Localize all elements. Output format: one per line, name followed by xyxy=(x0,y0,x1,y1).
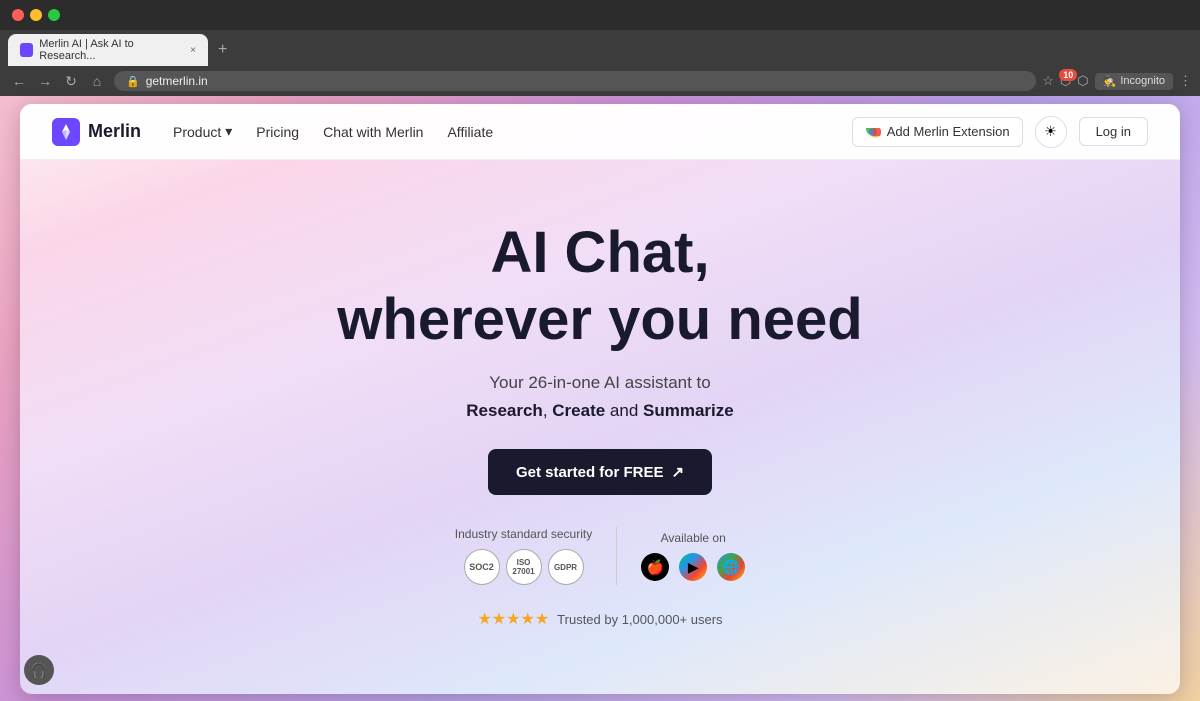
hero-title: AI Chat, wherever you need xyxy=(40,220,1160,353)
cta-button[interactable]: Get started for FREE ↗ xyxy=(488,449,712,495)
cta-label: Get started for FREE xyxy=(516,464,664,481)
nav-chat-label: Chat with Merlin xyxy=(323,124,423,140)
address-bar[interactable]: 🔒 getmerlin.in xyxy=(114,71,1036,91)
iso-badge: ISO27001 xyxy=(506,549,542,585)
hero-title-line2: wherever you need xyxy=(337,287,862,352)
logo-text: Merlin xyxy=(88,121,141,142)
home-button[interactable]: ⌂ xyxy=(86,70,108,92)
trust-security: Industry standard security SOC2 ISO27001… xyxy=(455,527,617,585)
browser-navigation: ← → ↻ ⌂ xyxy=(8,70,108,92)
bookmark-icon[interactable]: ☆ xyxy=(1042,73,1054,89)
star-row: ★★★★★ Trusted by 1,000,000+ users xyxy=(40,609,1160,629)
navbar-left: Merlin Product ▾ Pricing Chat with Merli… xyxy=(52,118,493,146)
new-tab-button[interactable]: + xyxy=(212,39,233,61)
login-label: Log in xyxy=(1096,124,1131,139)
more-options-icon[interactable]: ⋮ xyxy=(1179,73,1192,89)
keyword-create: Create xyxy=(552,401,605,420)
add-extension-label: Add Merlin Extension xyxy=(887,124,1010,139)
hero-subtitle: Your 26-in-one AI assistant to xyxy=(40,373,1160,393)
page-wrapper: Merlin Product ▾ Pricing Chat with Merli… xyxy=(20,104,1180,694)
soc2-badge: SOC2 xyxy=(464,549,500,585)
available-label: Available on xyxy=(661,531,726,545)
platform-icons: 🍎 ▶ 🌐 xyxy=(641,553,745,581)
keyword-summarize: Summarize xyxy=(643,401,734,420)
security-label: Industry standard security xyxy=(455,527,592,541)
trust-row: Industry standard security SOC2 ISO27001… xyxy=(40,527,1160,585)
hero-subtitle-bold: Research, Create and Summarize xyxy=(40,401,1160,421)
browser-action-buttons: ☆ ⬡ 10 ⬡ 🕵 Incognito ⋮ xyxy=(1042,73,1192,90)
nav-links: Product ▾ Pricing Chat with Merlin Affil… xyxy=(173,123,493,140)
merlin-logo-icon xyxy=(52,118,80,146)
navbar: Merlin Product ▾ Pricing Chat with Merli… xyxy=(20,104,1180,160)
os-chrome-bar xyxy=(0,0,1200,30)
nav-affiliate[interactable]: Affiliate xyxy=(447,124,493,140)
nav-chat[interactable]: Chat with Merlin xyxy=(323,124,423,140)
tab-close-button[interactable]: × xyxy=(190,45,196,56)
google-chrome-icon xyxy=(865,124,881,140)
hero-section: AI Chat, wherever you need Your 26-in-on… xyxy=(20,160,1180,679)
browser-tab[interactable]: Merlin AI | Ask AI to Research... × xyxy=(8,34,208,66)
nav-product[interactable]: Product ▾ xyxy=(173,123,232,140)
nav-pricing-label: Pricing xyxy=(256,124,299,140)
chrome-icon: 🌐 xyxy=(717,553,745,581)
extensions-area: ⬡ 10 xyxy=(1060,73,1071,89)
nav-product-label: Product xyxy=(173,124,221,140)
incognito-button[interactable]: 🕵 Incognito xyxy=(1095,73,1173,90)
traffic-lights xyxy=(12,9,60,21)
tab-title: Merlin AI | Ask AI to Research... xyxy=(39,38,184,62)
hero-title-line1: AI Chat, xyxy=(490,220,709,285)
incognito-label: Incognito xyxy=(1120,75,1165,87)
brand-logos: WALL·ST ebay Walmart ✱ zoom NETFLIX SONY… xyxy=(20,679,1180,694)
login-button[interactable]: Log in xyxy=(1079,117,1148,146)
close-traffic-light[interactable] xyxy=(12,9,24,21)
sun-icon: ☀ xyxy=(1044,123,1057,140)
stars: ★★★★★ xyxy=(477,609,549,629)
navbar-right: Add Merlin Extension ☀ Log in xyxy=(852,116,1148,148)
cta-arrow-icon: ↗ xyxy=(671,463,684,481)
theme-toggle-button[interactable]: ☀ xyxy=(1035,116,1067,148)
keyword-research: Research xyxy=(466,401,543,420)
forward-button[interactable]: → xyxy=(34,70,56,92)
nav-pricing[interactable]: Pricing xyxy=(256,124,299,140)
trusted-text: Trusted by 1,000,000+ users xyxy=(557,612,722,627)
extensions-puzzle-icon[interactable]: ⬡ xyxy=(1077,73,1088,89)
notification-badge: 10 xyxy=(1059,69,1077,81)
gdpr-badge: GDPR xyxy=(548,549,584,585)
security-badges: SOC2 ISO27001 GDPR xyxy=(464,549,584,585)
google-play-icon: ▶ xyxy=(679,553,707,581)
tab-favicon xyxy=(20,43,33,57)
minimize-traffic-light[interactable] xyxy=(30,9,42,21)
browser-address-bar-row: ← → ↻ ⌂ 🔒 getmerlin.in ☆ ⬡ 10 ⬡ 🕵 Incogn… xyxy=(0,66,1200,96)
back-button[interactable]: ← xyxy=(8,70,30,92)
lock-icon: 🔒 xyxy=(126,75,140,88)
nav-product-dropdown-icon: ▾ xyxy=(225,123,232,140)
incognito-icon: 🕵 xyxy=(1103,75,1117,88)
reload-button[interactable]: ↻ xyxy=(60,70,82,92)
apple-icon: 🍎 xyxy=(641,553,669,581)
logo-link[interactable]: Merlin xyxy=(52,118,141,146)
add-extension-button[interactable]: Add Merlin Extension xyxy=(852,117,1023,147)
trust-available: Available on 🍎 ▶ 🌐 xyxy=(617,531,745,581)
maximize-traffic-light[interactable] xyxy=(48,9,60,21)
nav-affiliate-label: Affiliate xyxy=(447,124,493,140)
browser-tab-bar: Merlin AI | Ask AI to Research... × + xyxy=(0,30,1200,66)
url-text: getmerlin.in xyxy=(146,74,208,88)
